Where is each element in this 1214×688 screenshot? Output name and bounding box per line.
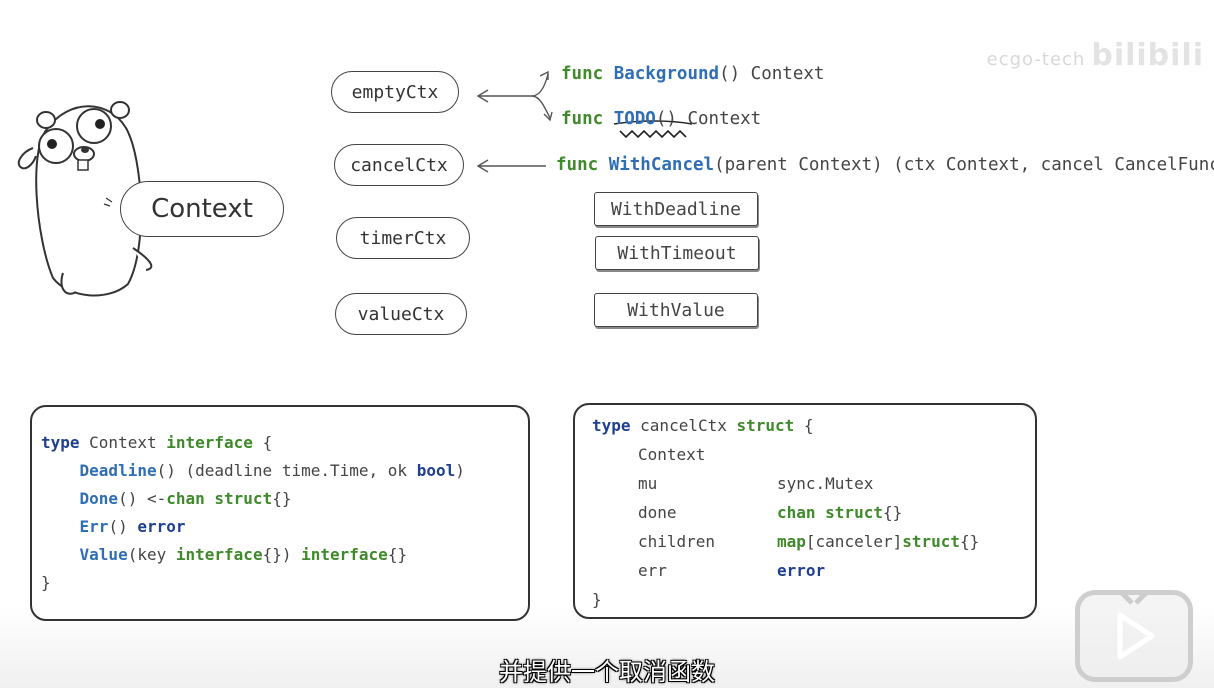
code-token: {} xyxy=(960,532,980,551)
code-line: type Context interface { xyxy=(41,429,528,457)
code-token: bool xyxy=(416,461,456,480)
code-token: Value xyxy=(79,545,128,564)
code-token: sync.Mutex xyxy=(777,474,874,493)
code-line: Err() error xyxy=(41,513,528,541)
code-token: {} xyxy=(882,503,903,522)
code-token: (key xyxy=(127,545,176,564)
struct-field-row: mu sync.Mutex xyxy=(592,469,1035,498)
code-token: () xyxy=(108,517,138,536)
code-line: } xyxy=(41,569,528,597)
code-token: Done xyxy=(79,489,119,508)
code-token: Context xyxy=(79,433,167,452)
struct-field-name: Context xyxy=(638,445,706,464)
code-token: ) xyxy=(455,461,465,480)
code-token: error xyxy=(137,517,186,536)
struct-field-type: map[canceler]struct{} xyxy=(777,527,979,556)
context-interface-code: type Context interface { Deadline() (dea… xyxy=(30,405,530,621)
struct-field-row: Context xyxy=(592,440,1035,469)
code-token: Deadline xyxy=(79,461,157,480)
sig-todo: func TODO() Context xyxy=(561,109,761,129)
code-token: struct xyxy=(902,532,961,551)
sig-todo-kw: func xyxy=(561,109,604,129)
struct-field-row: children map[canceler]struct{} xyxy=(592,527,1035,556)
code-token: {} xyxy=(272,489,292,508)
code-line: type cancelCtx struct { xyxy=(592,411,1035,440)
struct-field-row: err error xyxy=(592,556,1035,585)
cancelctx-struct-code: type cancelCtx struct { Context mu sync.Mu… xyxy=(573,403,1037,619)
code-token: { xyxy=(252,433,273,452)
with-timeout-box: WithTimeout xyxy=(595,236,759,270)
with-deadline-label: WithDeadline xyxy=(610,198,742,220)
code-token: type xyxy=(41,433,80,452)
code-token: Err xyxy=(79,517,109,536)
code-token: map xyxy=(777,532,806,551)
with-deadline-box: WithDeadline xyxy=(594,192,758,226)
struct-field-type: sync.Mutex xyxy=(777,469,873,498)
code-token: {}) xyxy=(262,545,302,564)
code-token: { xyxy=(794,416,814,435)
code-token: } xyxy=(41,573,51,592)
sig-withcancel-name: WithCancel xyxy=(608,155,715,175)
sig-todo-rest: () Context xyxy=(655,109,762,129)
struct-field-type: error xyxy=(777,556,825,585)
with-value-label: WithValue xyxy=(627,299,725,321)
code-line: Deadline() (deadline time.Time, ok bool) xyxy=(41,457,528,485)
code-token: () (deadline time.Time, ok xyxy=(156,461,417,480)
subtitle-caption: 并提供一个取消函数 xyxy=(499,658,715,686)
struct-field-name: done xyxy=(638,503,677,522)
bilibili-tv-icon xyxy=(1075,587,1193,682)
code-token: () <- xyxy=(118,489,167,508)
video-frame: ecgo-tech bilibili Context emptyCtx cance… xyxy=(0,0,1214,688)
with-value-box: WithValue xyxy=(594,293,758,327)
code-token: type xyxy=(592,416,631,435)
struct-field-name: err xyxy=(638,561,667,580)
code-token: interface xyxy=(175,545,263,564)
code-token: error xyxy=(777,561,826,580)
play-icon xyxy=(1116,587,1155,660)
sig-withcancel: func WithCancel(parent Context) (ctx Con… xyxy=(556,155,1214,175)
code-line: } xyxy=(592,585,1035,614)
code-token: interface xyxy=(301,545,388,564)
sig-background-kw: func xyxy=(561,64,604,84)
code-token: {} xyxy=(387,545,408,564)
struct-field-row: done chan struct{} xyxy=(592,498,1035,527)
struct-field-name: children xyxy=(638,532,716,551)
code-token: } xyxy=(592,590,602,609)
sig-background-rest: () Context xyxy=(719,64,825,84)
code-token: chan struct xyxy=(777,503,883,522)
sig-withcancel-rest: (parent Context) (ctx Context, cancel Ca… xyxy=(714,155,1214,175)
code-token: interface xyxy=(166,433,253,452)
with-timeout-label: WithTimeout xyxy=(617,242,737,264)
code-line: Done() <-chan struct{} xyxy=(41,485,528,513)
code-token: cancelCtx xyxy=(630,416,737,435)
struct-field-name: mu xyxy=(638,474,658,493)
code-line: Value(key interface{}) interface{} xyxy=(41,541,528,569)
code-token: struct xyxy=(736,416,795,435)
sig-withcancel-kw: func xyxy=(556,155,599,175)
struct-fields: Context mu sync.Mutex done chan struct{} chil… xyxy=(592,440,1035,585)
code-token: [canceler] xyxy=(805,532,903,551)
sig-background: func Background() Context xyxy=(561,64,824,84)
code-token: chan struct xyxy=(166,489,273,508)
sig-background-name: Background xyxy=(613,64,720,84)
sig-todo-name: TODO xyxy=(613,109,656,129)
struct-field-type: chan struct{} xyxy=(777,498,902,527)
